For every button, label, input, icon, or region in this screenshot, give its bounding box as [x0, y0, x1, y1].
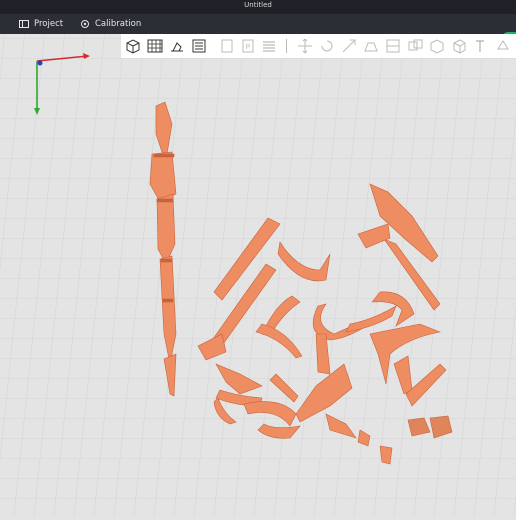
- window-title: Untitled: [244, 1, 272, 9]
- tab-bar: Project Calibration: [0, 14, 516, 44]
- move-icon: [298, 38, 312, 54]
- auto-arrange-icon: [147, 39, 163, 53]
- rotate-button[interactable]: [318, 37, 336, 55]
- plate-button[interactable]: [190, 37, 208, 55]
- tab-calibration-label: Calibration: [95, 19, 142, 29]
- title-bar: Untitled: [0, 0, 516, 14]
- layers-icon: [263, 41, 275, 52]
- 3d-viewport[interactable]: [0, 34, 516, 516]
- tab-project[interactable]: Project: [19, 14, 63, 34]
- tab-calibration[interactable]: Calibration: [80, 14, 141, 34]
- z-axis-dot: [37, 60, 43, 66]
- auto-arrange-button[interactable]: [146, 37, 164, 55]
- tab-project-label: Project: [34, 19, 64, 29]
- assembly-icon: [453, 39, 466, 54]
- project-icon: [19, 20, 29, 28]
- lay-on-face-button[interactable]: [362, 37, 380, 55]
- cut-button[interactable]: [384, 37, 402, 55]
- paste-icon: P: [242, 39, 254, 53]
- add-object-icon: [126, 39, 140, 54]
- layers-button[interactable]: [260, 37, 278, 55]
- add-object-button[interactable]: [124, 37, 142, 55]
- toolbar: P: [121, 34, 516, 58]
- split-parts-icon: [430, 39, 444, 54]
- split-parts-button[interactable]: [428, 37, 446, 55]
- support-paint-icon: [497, 40, 509, 50]
- auto-orient-button[interactable]: [168, 37, 186, 55]
- scale-button[interactable]: [340, 37, 358, 55]
- text-button[interactable]: [472, 37, 490, 55]
- assembly-button[interactable]: [450, 37, 468, 55]
- svg-text:P: P: [246, 44, 251, 51]
- lay-on-face-icon: [364, 42, 378, 52]
- toolbar-divider: [286, 39, 287, 53]
- support-paint-button[interactable]: [494, 37, 512, 55]
- scale-icon: [342, 39, 356, 53]
- calibration-icon: [81, 20, 89, 28]
- auto-orient-icon: [171, 42, 183, 52]
- split-objects-icon: [408, 39, 423, 51]
- move-button[interactable]: [296, 37, 314, 55]
- text-icon: [476, 40, 484, 52]
- copy-icon: [221, 39, 233, 53]
- cut-icon: [386, 39, 400, 53]
- split-objects-button[interactable]: [406, 37, 424, 55]
- paste-button[interactable]: P: [239, 37, 257, 55]
- build-plate-canvas[interactable]: [0, 34, 516, 516]
- rotate-icon: [321, 40, 333, 52]
- copy-button[interactable]: [218, 37, 236, 55]
- plate-icon: [192, 39, 206, 53]
